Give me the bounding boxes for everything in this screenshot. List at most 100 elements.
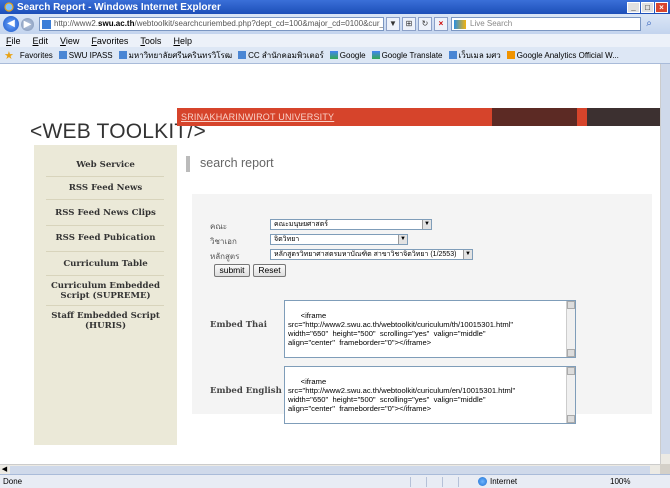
sidebar-item-rss-publication[interactable]: RSS Feed Pubication	[34, 233, 177, 243]
menu-bar: File Edit View Favorites Tools Help	[0, 34, 670, 47]
refresh-icon[interactable]: ↻	[418, 17, 432, 31]
sidebar-divider	[46, 275, 164, 276]
textarea-scrollbar[interactable]	[566, 367, 575, 423]
major-selected-value: จิตวิทยา	[274, 236, 300, 243]
status-text: Done	[3, 477, 23, 486]
back-button[interactable]: ◀	[3, 16, 19, 32]
status-cell	[426, 477, 440, 487]
reset-button[interactable]: Reset	[253, 264, 286, 277]
scroll-left-icon[interactable]: ◀	[0, 465, 9, 474]
search-form: คณะ คณะมนุษยศาสตร์ ▼ วิชาเอก จิตวิทยา ▼ …	[192, 194, 652, 424]
submit-button[interactable]: submit	[214, 264, 250, 277]
textarea-scrollbar[interactable]	[566, 301, 575, 357]
scrollbar-thumb[interactable]	[661, 64, 670, 454]
forward-button[interactable]: ▶	[21, 17, 34, 31]
major-select[interactable]: จิตวิทยา ▼	[270, 234, 408, 245]
page-icon	[118, 51, 127, 59]
window-title: Search Report - Windows Internet Explore…	[17, 1, 221, 13]
status-cell	[458, 477, 472, 487]
url-suffix: /webtoolkit/searchcuriembed.php?dept_cd=…	[134, 19, 384, 28]
favorite-google[interactable]: Google	[329, 51, 366, 60]
sidebar-item-curriculum-embedded[interactable]: Curriculum Embedded Script (SUPREME)	[38, 281, 173, 301]
stop-icon[interactable]: ×	[434, 17, 448, 31]
sidebar-item-staff-embedded[interactable]: Staff Embedded Script (HURIS)	[34, 311, 177, 331]
menu-favorites[interactable]: Favorites	[91, 36, 128, 46]
faculty-selected-value: คณะมนุษยศาสตร์	[274, 221, 329, 228]
embed-english-textarea[interactable]: <iframe src="http://www2.swu.ac.th/webto…	[284, 366, 576, 424]
embed-thai-code: <iframe src="http://www2.swu.ac.th/webto…	[288, 311, 514, 347]
page-title: search report	[200, 156, 274, 170]
favorites-bar: ★ Favorites SWU IPASS มหาวิทยาลัยศรีนคริ…	[0, 47, 670, 64]
menu-tools[interactable]: Tools	[140, 36, 161, 46]
favorites-label[interactable]: Favorites	[20, 51, 53, 60]
faculty-label: คณะ	[210, 222, 228, 231]
horizontal-scrollbar[interactable]: ◀	[0, 464, 660, 474]
internet-explorer-icon	[4, 2, 14, 12]
url-prefix: http://www2.	[54, 19, 99, 28]
live-search-icon	[454, 20, 466, 29]
menu-help[interactable]: Help	[173, 36, 192, 46]
navigation-toolbar: ◀ ▶ http://www2.swu.ac.th/webtoolkit/sea…	[0, 14, 670, 34]
favorite-cc[interactable]: CC สำนักคอมพิวเตอร์	[238, 49, 324, 62]
chevron-down-icon: ▼	[463, 250, 472, 259]
analytics-icon	[506, 51, 515, 59]
embed-english-label: Embed English	[210, 386, 282, 396]
embed-english-code: <iframe src="http://www2.swu.ac.th/webto…	[288, 377, 516, 413]
menu-file[interactable]: File	[6, 36, 21, 46]
sidebar-item-rss-news[interactable]: RSS Feed News	[34, 183, 177, 193]
sidebar-item-web-service[interactable]: Web Service	[34, 160, 177, 170]
curriculum-label: หลักสูตร	[210, 252, 240, 261]
status-cell	[442, 477, 456, 487]
banner-decoration	[492, 108, 577, 126]
university-link[interactable]: SRINAKHARINWIROT UNIVERSITY	[177, 112, 334, 122]
page-viewport: <WEB TOOLKIT/> SRINAKHARINWIROT UNIVERSI…	[0, 64, 660, 474]
chevron-down-icon: ▼	[422, 220, 431, 229]
heading-accent-bar	[186, 156, 190, 172]
page-icon	[238, 51, 247, 59]
sidebar-divider	[46, 305, 164, 306]
window-titlebar: Search Report - Windows Internet Explore…	[0, 0, 670, 14]
favorites-star-icon[interactable]: ★	[4, 49, 14, 62]
live-search-placeholder: Live Search	[470, 19, 513, 28]
favorite-google-translate[interactable]: Google Translate	[371, 51, 443, 60]
search-icon[interactable]: ⌕	[642, 17, 656, 31]
page-icon	[42, 20, 51, 29]
sidebar-divider	[46, 199, 164, 200]
maximize-button[interactable]: □	[641, 1, 654, 13]
close-window-button[interactable]: ×	[655, 1, 668, 13]
favorite-swu-ipass[interactable]: SWU IPASS	[58, 51, 113, 60]
university-banner: SRINAKHARINWIROT UNIVERSITY	[177, 108, 660, 126]
sidebar-item-curriculum-table[interactable]: Curriculum Table	[34, 259, 177, 269]
favorite-swu[interactable]: มหาวิทยาลัยศรีนครินทรวิโรฒ	[118, 49, 232, 62]
faculty-select[interactable]: คณะมนุษยศาสตร์ ▼	[270, 219, 432, 230]
google-icon	[371, 51, 380, 59]
menu-view[interactable]: View	[60, 36, 79, 46]
favorite-webmail[interactable]: เว็บเมล มศว	[448, 49, 501, 62]
menu-edit[interactable]: Edit	[33, 36, 49, 46]
status-cell	[410, 477, 424, 487]
zoom-level[interactable]: 100%	[610, 477, 630, 486]
scrollbar-thumb[interactable]	[10, 466, 650, 474]
address-dropdown-icon[interactable]: ▼	[386, 17, 400, 31]
curriculum-select[interactable]: หลักสูตรวิทยาศาสตรมหาบัณฑิต สาขาวิชาจิตว…	[270, 249, 473, 260]
chevron-down-icon: ▼	[398, 235, 407, 244]
sidebar-divider	[46, 176, 164, 177]
status-bar: Done Internet 100%	[0, 474, 670, 488]
major-label: วิชาเอก	[210, 237, 237, 246]
address-bar[interactable]: http://www2.swu.ac.th/webtoolkit/searchc…	[39, 17, 384, 31]
globe-icon	[478, 477, 487, 486]
vertical-scrollbar[interactable]	[660, 64, 670, 464]
favorite-google-analytics[interactable]: Google Analytics Official W...	[506, 51, 619, 60]
sidebar-divider	[46, 225, 164, 226]
sidebar-item-rss-news-clips[interactable]: RSS Feed News Clips	[34, 208, 177, 218]
sidebar-nav: Web Service RSS Feed News RSS Feed News …	[34, 145, 177, 445]
google-icon	[329, 51, 338, 59]
banner-decoration	[587, 108, 660, 126]
live-search-input[interactable]: Live Search	[451, 17, 641, 31]
url-domain: swu.ac.th	[98, 19, 135, 28]
minimize-button[interactable]: _	[627, 1, 640, 13]
embed-thai-textarea[interactable]: <iframe src="http://www2.swu.ac.th/webto…	[284, 300, 576, 358]
compatibility-view-icon[interactable]: ⊞	[402, 17, 416, 31]
security-zone[interactable]: Internet	[478, 477, 517, 486]
page-icon	[58, 51, 67, 59]
